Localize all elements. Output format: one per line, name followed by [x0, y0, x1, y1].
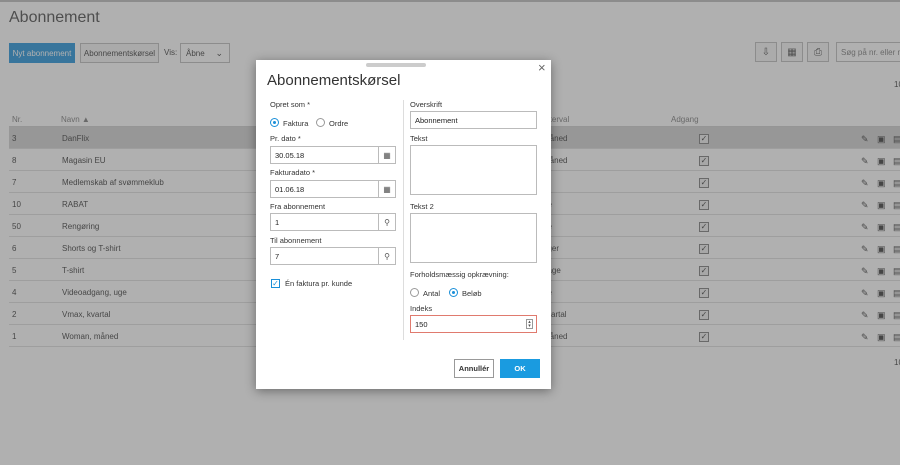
search-icon[interactable]: ⚲	[378, 214, 395, 230]
radio-amount[interactable]	[449, 288, 458, 297]
index-label: Indeks	[410, 304, 433, 313]
text-area[interactable]	[410, 145, 537, 195]
close-icon[interactable]: ×	[538, 60, 546, 75]
subscription-run-dialog: × Abonnementskørsel Opret som * Faktura …	[256, 60, 551, 389]
from-value: 1	[275, 217, 280, 227]
text-label: Tekst	[410, 134, 428, 143]
ok-button[interactable]: OK	[500, 359, 540, 378]
radio-invoice[interactable]	[270, 118, 279, 127]
to-subscription-field[interactable]: 7 ⚲	[270, 247, 396, 265]
proportional-label: Forholdsmæssig opkrævning:	[410, 270, 509, 279]
create-as-label: Opret som *	[270, 100, 311, 109]
to-value: 7	[275, 251, 280, 261]
index-field[interactable]: 150 ▴ ▾	[410, 315, 537, 333]
radio-order[interactable]	[316, 118, 325, 127]
from-subscription-field[interactable]: 1 ⚲	[270, 213, 396, 231]
date-label: Pr. dato *	[270, 134, 301, 143]
date-field[interactable]: 30.05.18 ▦	[270, 146, 396, 164]
heading-label: Overskrift	[410, 100, 443, 109]
one-invoice-label: Én faktura pr. kunde	[285, 279, 353, 288]
one-invoice-checkbox[interactable]: ✓	[271, 279, 280, 288]
cancel-button[interactable]: Annullér	[454, 359, 494, 378]
invoice-date-field[interactable]: 01.06.18 ▦	[270, 180, 396, 198]
calendar-icon[interactable]: ▦	[378, 147, 395, 163]
invoice-date-label: Fakturadato *	[270, 168, 316, 177]
heading-value: Abonnement	[415, 115, 458, 125]
radio-invoice-label: Faktura	[283, 119, 309, 128]
radio-count[interactable]	[410, 288, 419, 297]
radio-count-label: Antal	[423, 289, 441, 298]
text2-label: Tekst 2	[410, 202, 434, 211]
dialog-title: Abonnementskørsel	[267, 72, 401, 89]
drag-handle[interactable]	[366, 63, 426, 67]
calendar-icon[interactable]: ▦	[378, 181, 395, 197]
radio-order-label: Ordre	[329, 119, 349, 128]
search-icon[interactable]: ⚲	[378, 248, 395, 264]
stepper-icon[interactable]: ▴ ▾	[526, 319, 533, 329]
index-value: 150	[415, 319, 428, 329]
heading-field[interactable]: Abonnement	[410, 111, 537, 129]
from-label: Fra abonnement	[270, 202, 326, 211]
radio-amount-label: Beløb	[462, 289, 482, 298]
date-value: 30.05.18	[275, 150, 305, 160]
text2-area[interactable]	[410, 213, 537, 263]
to-label: Til abonnement	[270, 236, 322, 245]
column-divider	[403, 100, 404, 340]
invoice-date-value: 01.06.18	[275, 184, 305, 194]
